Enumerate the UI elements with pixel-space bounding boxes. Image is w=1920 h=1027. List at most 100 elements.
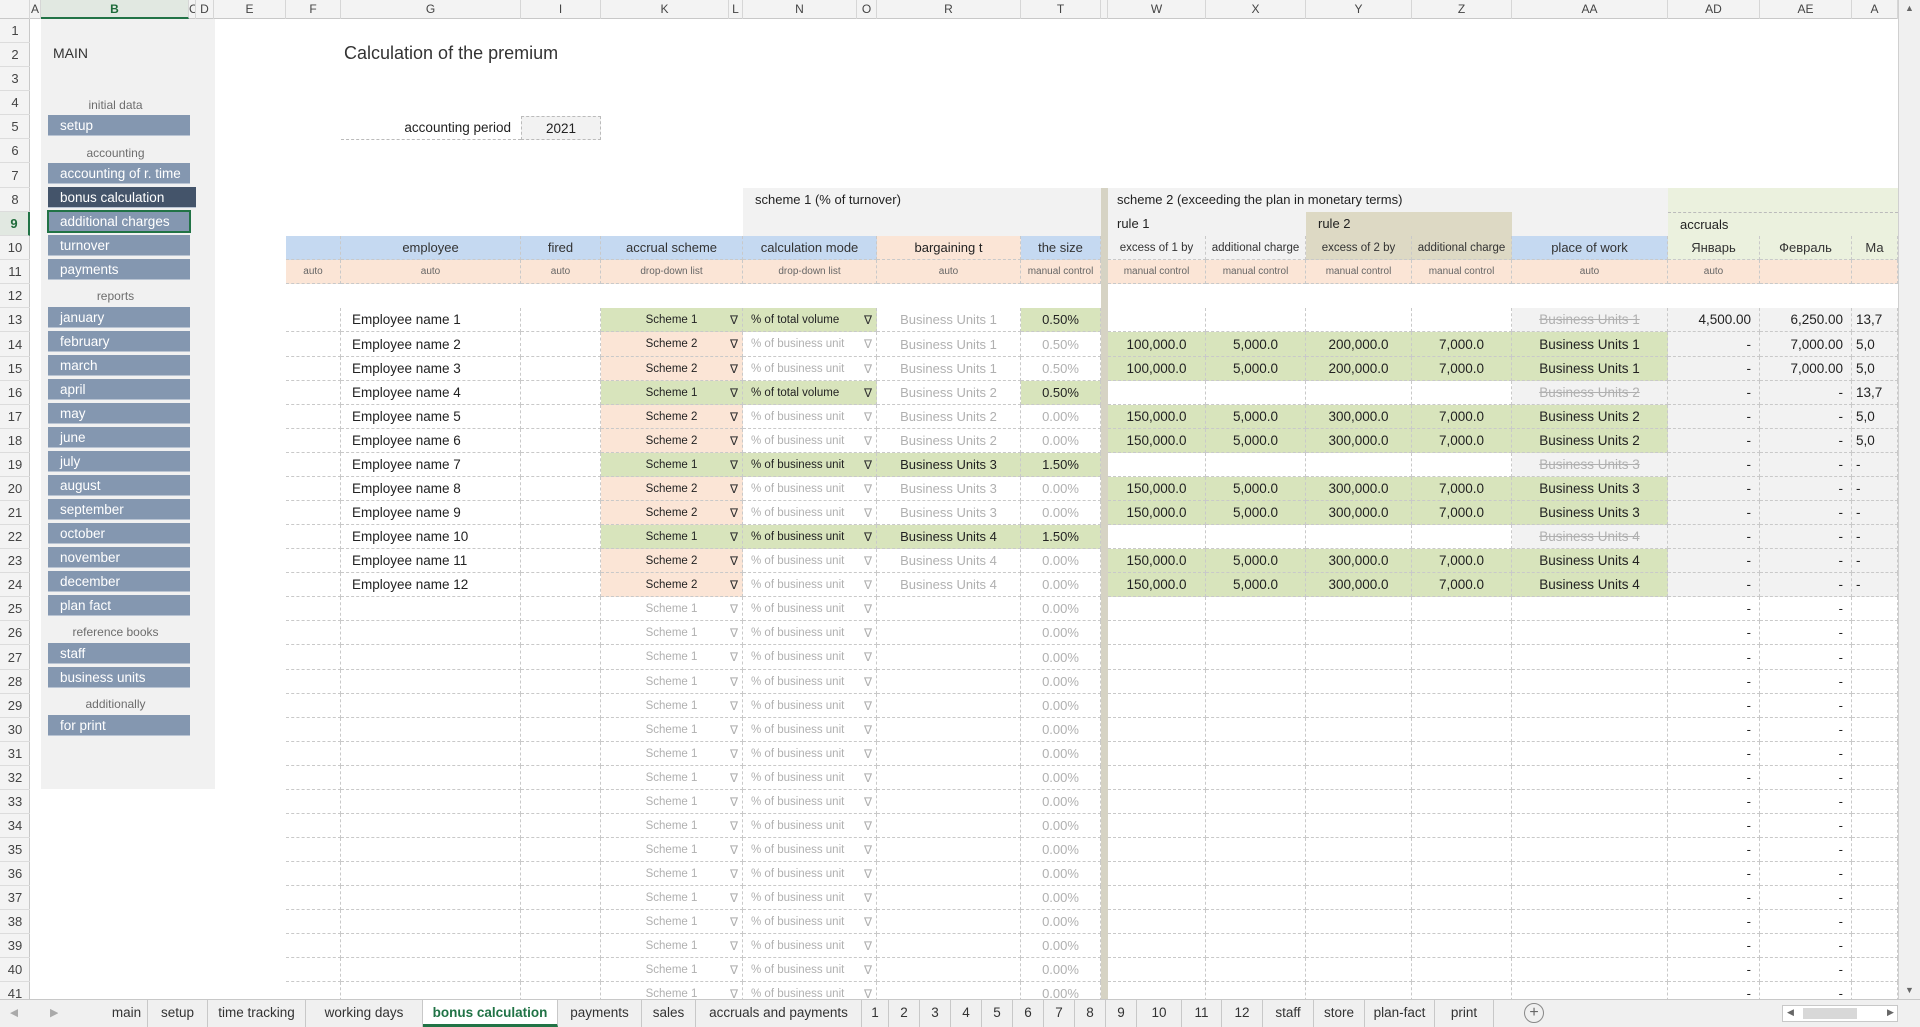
size-cell[interactable]: 0.00% [1021, 573, 1101, 597]
rule-value-cell[interactable]: 5,000.0 [1206, 405, 1306, 429]
rule-value-cell[interactable]: 5,000.0 [1206, 357, 1306, 381]
employee-name-empty[interactable] [341, 694, 521, 718]
calculation-mode-dropdown[interactable]: % of business unit [743, 405, 877, 429]
nav-button-setup[interactable]: setup [48, 115, 190, 136]
calculation-mode-dropdown[interactable]: % of business unit [743, 838, 877, 862]
sheet-tab[interactable]: plan-fact [1365, 1000, 1435, 1027]
rule-value-cell[interactable] [1306, 838, 1412, 862]
sheet-tab[interactable]: 3 [920, 1000, 951, 1027]
rule-value-cell[interactable] [1206, 381, 1306, 405]
accrual-scheme-dropdown[interactable]: Scheme 1 [601, 934, 743, 958]
rule-value-cell[interactable] [1512, 766, 1668, 790]
rule-value-cell[interactable]: 300,000.0 [1306, 429, 1412, 453]
rule-value-cell[interactable]: 5,000.0 [1206, 429, 1306, 453]
fired-cell[interactable] [521, 718, 601, 742]
size-cell[interactable]: 0.50% [1021, 332, 1101, 357]
size-cell[interactable]: 1.50% [1021, 525, 1101, 549]
sheet-tab[interactable]: print [1435, 1000, 1494, 1027]
rule-value-cell[interactable]: 150,000.0 [1108, 501, 1206, 525]
rule-value-cell[interactable] [1108, 886, 1206, 910]
fired-cell[interactable] [521, 862, 601, 886]
rule-value-cell[interactable] [1306, 910, 1412, 934]
sheet-tab[interactable]: time tracking [208, 1000, 306, 1027]
rule-value-cell[interactable] [1412, 308, 1512, 332]
sheet-tab[interactable]: bonus calculation [423, 1000, 558, 1027]
rule-value-cell[interactable] [1512, 597, 1668, 621]
rule-value-cell[interactable] [1108, 838, 1206, 862]
row-header[interactable]: 33 [0, 790, 30, 814]
fired-cell[interactable] [521, 766, 601, 790]
rule-value-cell[interactable] [1412, 670, 1512, 694]
rule-value-cell[interactable] [1108, 525, 1206, 549]
size-cell[interactable]: 0.00% [1021, 934, 1101, 958]
calculation-mode-dropdown[interactable]: % of business unit [743, 694, 877, 718]
sheet-tab[interactable]: 10 [1137, 1000, 1182, 1027]
employee-name[interactable]: Employee name 1 [341, 308, 521, 332]
rule-value-cell[interactable] [1412, 982, 1512, 999]
rule-value-cell[interactable]: 7,000.0 [1412, 477, 1512, 501]
scroll-down-icon[interactable]: ▼ [1905, 985, 1914, 995]
fired-cell[interactable] [521, 573, 601, 597]
sheet-tab[interactable]: 5 [982, 1000, 1013, 1027]
row-header[interactable]: 18 [0, 429, 30, 453]
hscroll-right-icon[interactable]: ▶ [1887, 1007, 1894, 1018]
calculation-mode-dropdown[interactable]: % of business unit [743, 573, 877, 597]
rule-value-cell[interactable] [1206, 766, 1306, 790]
row-header[interactable]: 7 [0, 163, 30, 188]
rule-value-cell[interactable] [1206, 694, 1306, 718]
rule-value-cell[interactable]: 5,000.0 [1206, 477, 1306, 501]
calculation-mode-dropdown[interactable]: % of business unit [743, 477, 877, 501]
rule-value-cell[interactable] [1306, 886, 1412, 910]
employee-name[interactable]: Employee name 8 [341, 477, 521, 501]
rule-value-cell[interactable]: 5,000.0 [1206, 332, 1306, 357]
accrual-scheme-dropdown[interactable]: Scheme 1 [601, 790, 743, 814]
rule-value-cell[interactable] [1512, 742, 1668, 766]
rule-value-cell[interactable] [1108, 790, 1206, 814]
rule-value-cell[interactable] [1108, 910, 1206, 934]
rule-value-cell[interactable] [1206, 982, 1306, 999]
sheet-tab[interactable]: working days [306, 1000, 423, 1027]
employee-name-empty[interactable] [341, 670, 521, 694]
size-cell[interactable]: 0.00% [1021, 838, 1101, 862]
accrual-scheme-dropdown[interactable]: Scheme 1 [601, 670, 743, 694]
calculation-mode-dropdown[interactable]: % of business unit [743, 670, 877, 694]
rule-value-cell[interactable] [1108, 862, 1206, 886]
calculation-mode-dropdown[interactable]: % of business unit [743, 814, 877, 838]
rule-value-cell[interactable] [1206, 453, 1306, 477]
employee-name-empty[interactable] [341, 645, 521, 670]
size-cell[interactable]: 0.00% [1021, 549, 1101, 573]
column-header[interactable]: B [41, 0, 189, 19]
nav-button-additional-charges[interactable]: additional charges [47, 210, 191, 233]
scroll-up-icon[interactable]: ▲ [1905, 3, 1914, 13]
rule-value-cell[interactable] [1108, 670, 1206, 694]
accrual-scheme-dropdown[interactable]: Scheme 1 [601, 381, 743, 405]
rule-value-cell[interactable] [1412, 862, 1512, 886]
row-header[interactable]: 11 [0, 260, 30, 284]
rule-value-cell[interactable] [1306, 958, 1412, 982]
rule-value-cell[interactable]: 5,000.0 [1206, 501, 1306, 525]
rule-value-cell[interactable] [1206, 838, 1306, 862]
column-header[interactable]: AA [1512, 0, 1668, 19]
employee-name[interactable]: Employee name 10 [341, 525, 521, 549]
rule-value-cell[interactable] [1108, 934, 1206, 958]
rule-value-cell[interactable]: 7,000.0 [1412, 357, 1512, 381]
row-header[interactable]: 5 [0, 115, 30, 139]
rule-value-cell[interactable] [1206, 790, 1306, 814]
rule-value-cell[interactable] [1412, 694, 1512, 718]
rule-value-cell[interactable] [1412, 766, 1512, 790]
rule-value-cell[interactable] [1306, 862, 1412, 886]
rule-value-cell[interactable] [1412, 910, 1512, 934]
rule-value-cell[interactable] [1412, 645, 1512, 670]
row-header[interactable]: 19 [0, 453, 30, 477]
rule-value-cell[interactable] [1306, 814, 1412, 838]
row-header[interactable]: 41 [0, 982, 30, 999]
rule-value-cell[interactable] [1512, 958, 1668, 982]
row-header[interactable]: 26 [0, 621, 30, 645]
rule-value-cell[interactable]: 300,000.0 [1306, 549, 1412, 573]
rule-value-cell[interactable] [1512, 862, 1668, 886]
fired-cell[interactable] [521, 982, 601, 999]
accrual-scheme-dropdown[interactable]: Scheme 2 [601, 429, 743, 453]
column-header[interactable]: L [729, 0, 743, 19]
calculation-mode-dropdown[interactable]: % of business unit [743, 429, 877, 453]
accrual-scheme-dropdown[interactable]: Scheme 1 [601, 910, 743, 934]
